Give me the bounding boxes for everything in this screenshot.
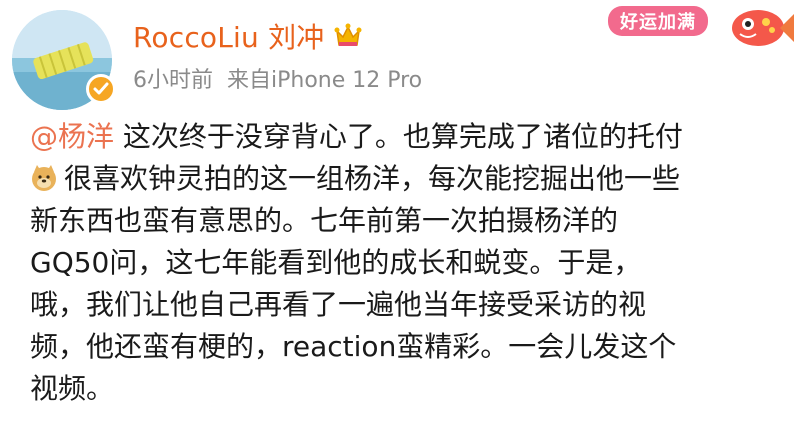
content-line-5: 哦，我们让他自己再看了一遍他当年接受采访的视 [30, 288, 647, 321]
post-meta: 6小时前 来自iPhone 12 Pro [133, 62, 422, 94]
content-line-7: 视频。 [30, 372, 115, 405]
content-line-3: 新东西也蛮有意思的。七年前第一次拍摄杨洋的 [30, 204, 619, 237]
weibo-post: RoccoLiu 刘冲 6小时前 来自iPhone 12 Pro 好运加满 @杨… [0, 0, 800, 433]
crown-icon[interactable] [334, 23, 362, 49]
lucky-badge[interactable]: 好运加满 [598, 0, 798, 52]
avatar[interactable] [12, 10, 116, 114]
verified-badge-icon [86, 74, 116, 104]
content-line-2: 很喜欢钟灵拍的这一组杨洋，每次能挖掘出他一些 [30, 158, 770, 200]
content-line-2-text: 很喜欢钟灵拍的这一组杨洋，每次能挖掘出他一些 [64, 162, 681, 195]
username[interactable]: RoccoLiu 刘冲 [133, 16, 324, 56]
mention-link[interactable]: @杨洋 [30, 120, 114, 153]
content-line-4: GQ50问，这七年能看到他的成长和蜕变。于是， [30, 246, 642, 279]
content-line-1: @杨洋 这次终于没穿背心了。也算完成了诸位的托付 [30, 116, 770, 158]
post-source[interactable]: 来自iPhone 12 Pro [227, 62, 422, 94]
content-line-1-text: 这次终于没穿背心了。也算完成了诸位的托付 [114, 120, 683, 153]
username-row: RoccoLiu 刘冲 [133, 16, 362, 56]
content-line-6: 频，他还蛮有梗的，reaction蛮精彩。一会儿发这个 [30, 330, 677, 363]
post-content: @杨洋 这次终于没穿背心了。也算完成了诸位的托付 很喜欢钟灵拍的这一组杨洋，每次… [30, 116, 770, 410]
badge-label: 好运加满 [608, 6, 708, 36]
post-time: 6小时前 [133, 68, 213, 93]
lucky-fish-icon [732, 10, 794, 46]
doge-emoji-icon [30, 162, 58, 191]
